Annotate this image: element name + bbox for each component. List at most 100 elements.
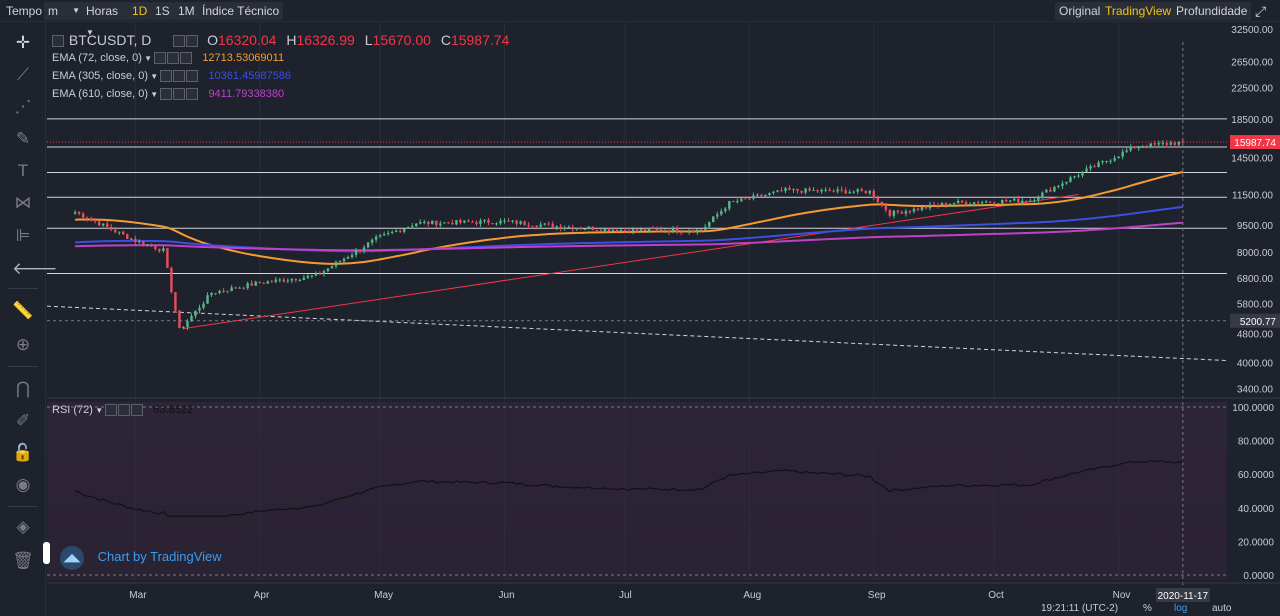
candle-body [631,228,635,233]
percent-toggle[interactable]: % [1143,603,1152,614]
scroll-handle[interactable] [43,542,50,564]
ema72-legend: EMA (72, close, 0) ▼ 12713.53069011 [52,52,284,65]
candle-body [1001,199,1004,204]
text-icon[interactable]: T [12,160,34,182]
candle-body [1077,175,1080,177]
candle-body [258,281,261,283]
candle-body [483,220,486,222]
settings-icon[interactable] [173,88,186,101]
candle-body [1049,189,1052,192]
candle-body [330,266,334,269]
interval-1d-button[interactable]: 1D [128,2,152,20]
tempo-select[interactable]: m ▼ [44,2,84,20]
candle-body [507,220,510,222]
candle-body [840,189,843,191]
chevron-down-icon[interactable]: ▼ [148,72,160,81]
candle-body [266,281,269,284]
candle-body [675,228,679,232]
candle-body [812,190,815,192]
candle-body [286,280,290,282]
candle-body [960,200,964,203]
candle-body [1101,161,1104,163]
candle-body [1157,143,1160,145]
candle-body [170,268,173,293]
candle-body [1045,189,1048,193]
measure-icon[interactable]: ⊫ [12,225,34,247]
candle-body [1089,166,1092,169]
candle-body [378,235,382,237]
candle-body [647,227,651,231]
rsi-tick-label: 100.0000 [1232,403,1274,414]
settings-icon[interactable] [173,32,199,48]
view-tradingview-button[interactable]: TradingView [1101,2,1176,20]
horas-select[interactable]: Horas ▼ [82,2,130,37]
rsi-tick-label: 0.0000 [1243,571,1274,582]
low-value: 15670.00 [372,32,431,48]
candle-body [784,188,787,192]
settings-icon[interactable] [173,70,186,83]
visibility-icon[interactable] [154,52,167,65]
candle-body [118,231,121,233]
ruler-icon[interactable]: 📏 [12,300,34,322]
layers-icon[interactable]: ◈ [12,516,34,538]
candle-body [122,231,125,235]
candle-body [93,219,97,222]
candle-body [302,277,306,280]
magnet-icon[interactable]: ⋂ [12,378,34,400]
drawing-toolbar: ✛ ⟋ ⋰ ✎ T ⋈ ⊫ 🡐 📏 ⊕ ⋂ ✐ 🔓 ◉ ◈ 🗑 [0,22,58,616]
brush-icon[interactable]: ✎ [12,128,34,150]
chevron-down-icon[interactable]: ▼ [148,90,160,99]
candle-body [928,204,932,209]
fullscreen-icon[interactable]: ⤢ [1255,2,1266,20]
candle-body [322,271,326,275]
visibility-icon[interactable] [160,70,173,83]
candle-body [1069,177,1072,182]
close-icon[interactable] [186,88,199,101]
back-arrow-icon[interactable]: 🡐 [12,258,58,280]
candle-body [338,261,342,263]
log-toggle[interactable]: log [1174,603,1187,614]
zoom-icon[interactable]: ⊕ [12,334,34,356]
fib-icon[interactable]: ⋰ [12,96,34,118]
candle-body [374,236,378,240]
pattern-icon[interactable]: ⋈ [12,192,34,214]
eye-icon[interactable]: ◉ [12,474,34,496]
settings-icon[interactable] [167,52,180,65]
candle-body [623,229,627,231]
view-original-button[interactable]: Original [1055,2,1105,20]
lock-icon[interactable]: 🔓 [12,442,34,464]
candle-body [262,282,265,284]
tradingview-watermark[interactable]: ◢◣ Chart by TradingView [60,545,222,570]
visibility-icon[interactable] [105,404,118,417]
collapse-icon[interactable] [52,35,64,48]
chevron-down-icon[interactable]: ▼ [142,54,154,63]
view-depth-button[interactable]: Profundidade [1172,2,1252,20]
crosshair-icon[interactable]: ✛ [12,32,34,54]
candle-body [1137,147,1140,149]
chevron-down-icon[interactable]: ▼ [93,406,105,415]
lock-draw-icon[interactable]: ✐ [12,410,34,432]
close-icon[interactable] [180,52,193,65]
rsi-legend: RSI (72) ▼ 63.8522 [52,404,193,417]
settings-icon[interactable] [118,404,131,417]
trend-line-icon[interactable]: ⟋ [12,64,34,86]
close-icon[interactable] [131,404,144,417]
candle-body [495,223,498,225]
close-icon[interactable] [186,70,199,83]
visibility-icon[interactable] [160,88,173,101]
auto-toggle[interactable]: auto [1212,603,1231,614]
candle-body [503,220,506,222]
indicators-button[interactable]: Índice Técnico [198,2,284,20]
candle-body [310,275,314,277]
candle-body [1009,200,1012,202]
candle-body [386,232,390,235]
tradingview-logo-icon: ◢◣ [60,545,84,570]
candle-body [290,279,294,281]
candle-body [744,198,747,200]
candle-body [390,231,394,233]
interval-1s-button[interactable]: 1S [151,2,174,20]
interval-1m-button[interactable]: 1M [174,2,199,20]
candle-body [278,279,281,281]
low-label: L [364,32,373,48]
trash-icon[interactable]: 🗑 [12,550,34,572]
